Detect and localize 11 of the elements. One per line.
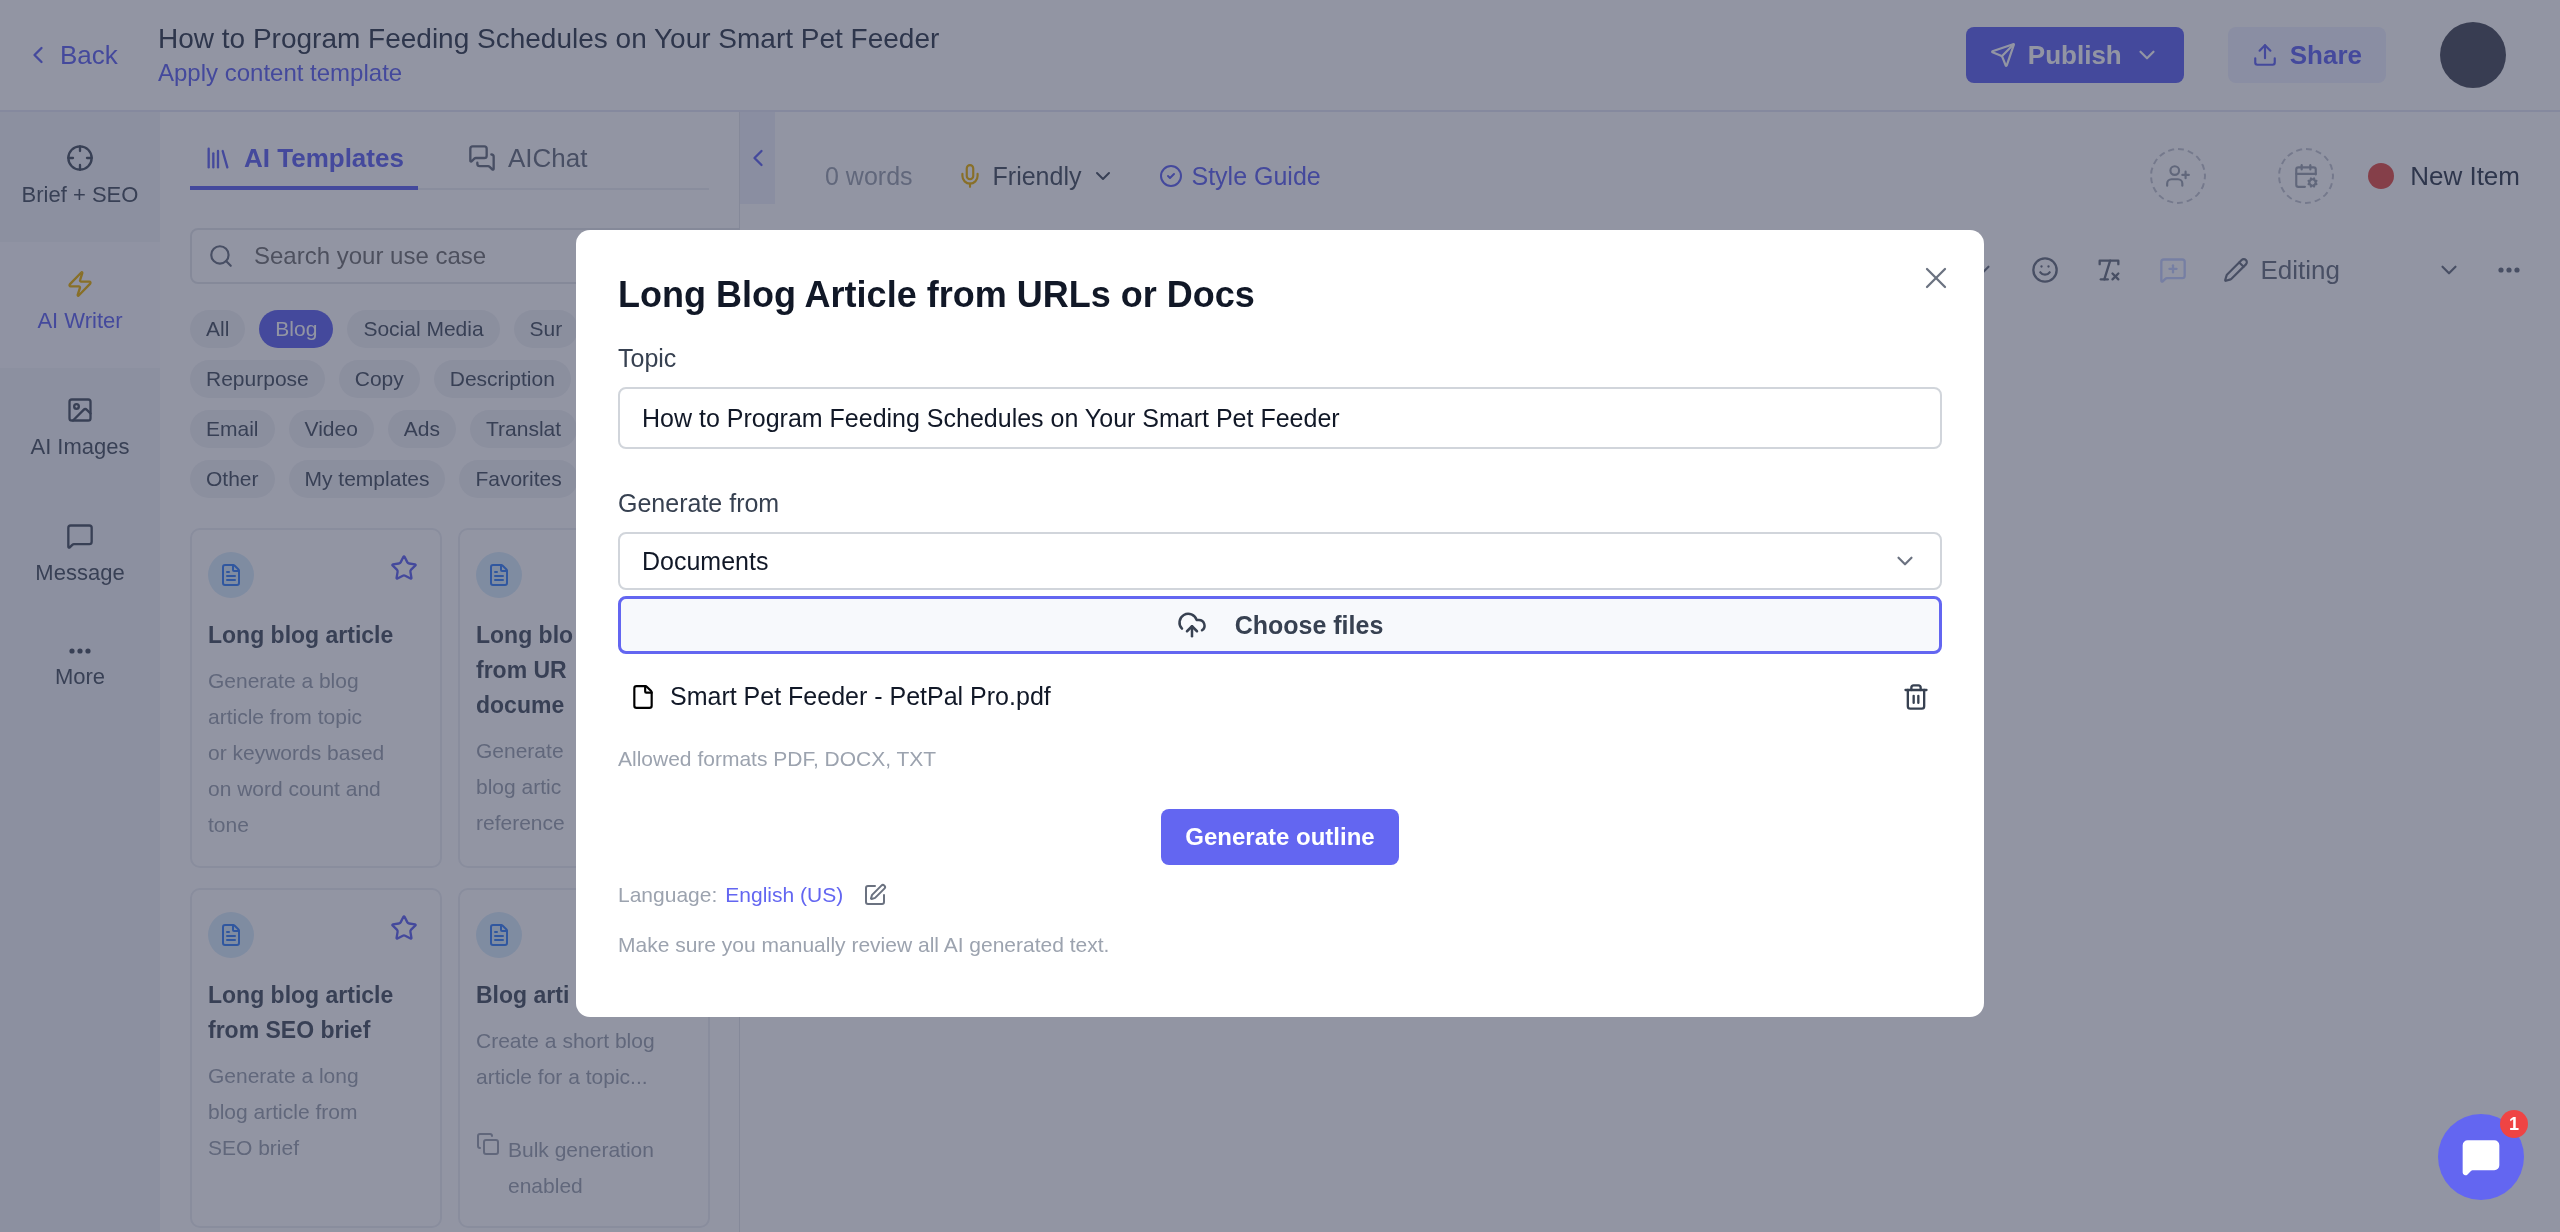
field-label: Topic xyxy=(618,344,678,373)
status-label: New Item xyxy=(2410,160,2520,192)
card-title: Long blo from UR docume xyxy=(476,621,574,720)
card-title: Long blog article from SEO brief xyxy=(208,981,394,1045)
file-name: Smart Pet Feeder - PetPal Pro.pdf xyxy=(670,682,1052,711)
field-label: Generate from xyxy=(618,489,781,518)
formats-note: Allowed formats PDF, DOCX, TXT xyxy=(618,747,938,771)
document-title: How to Program Feeding Schedules on Your Smart Pet Feeder xyxy=(158,23,941,55)
card-title: Long blog article xyxy=(208,621,394,650)
card-title: Blog arti xyxy=(476,981,570,1010)
notification-badge: 1 xyxy=(2500,1110,2528,1138)
